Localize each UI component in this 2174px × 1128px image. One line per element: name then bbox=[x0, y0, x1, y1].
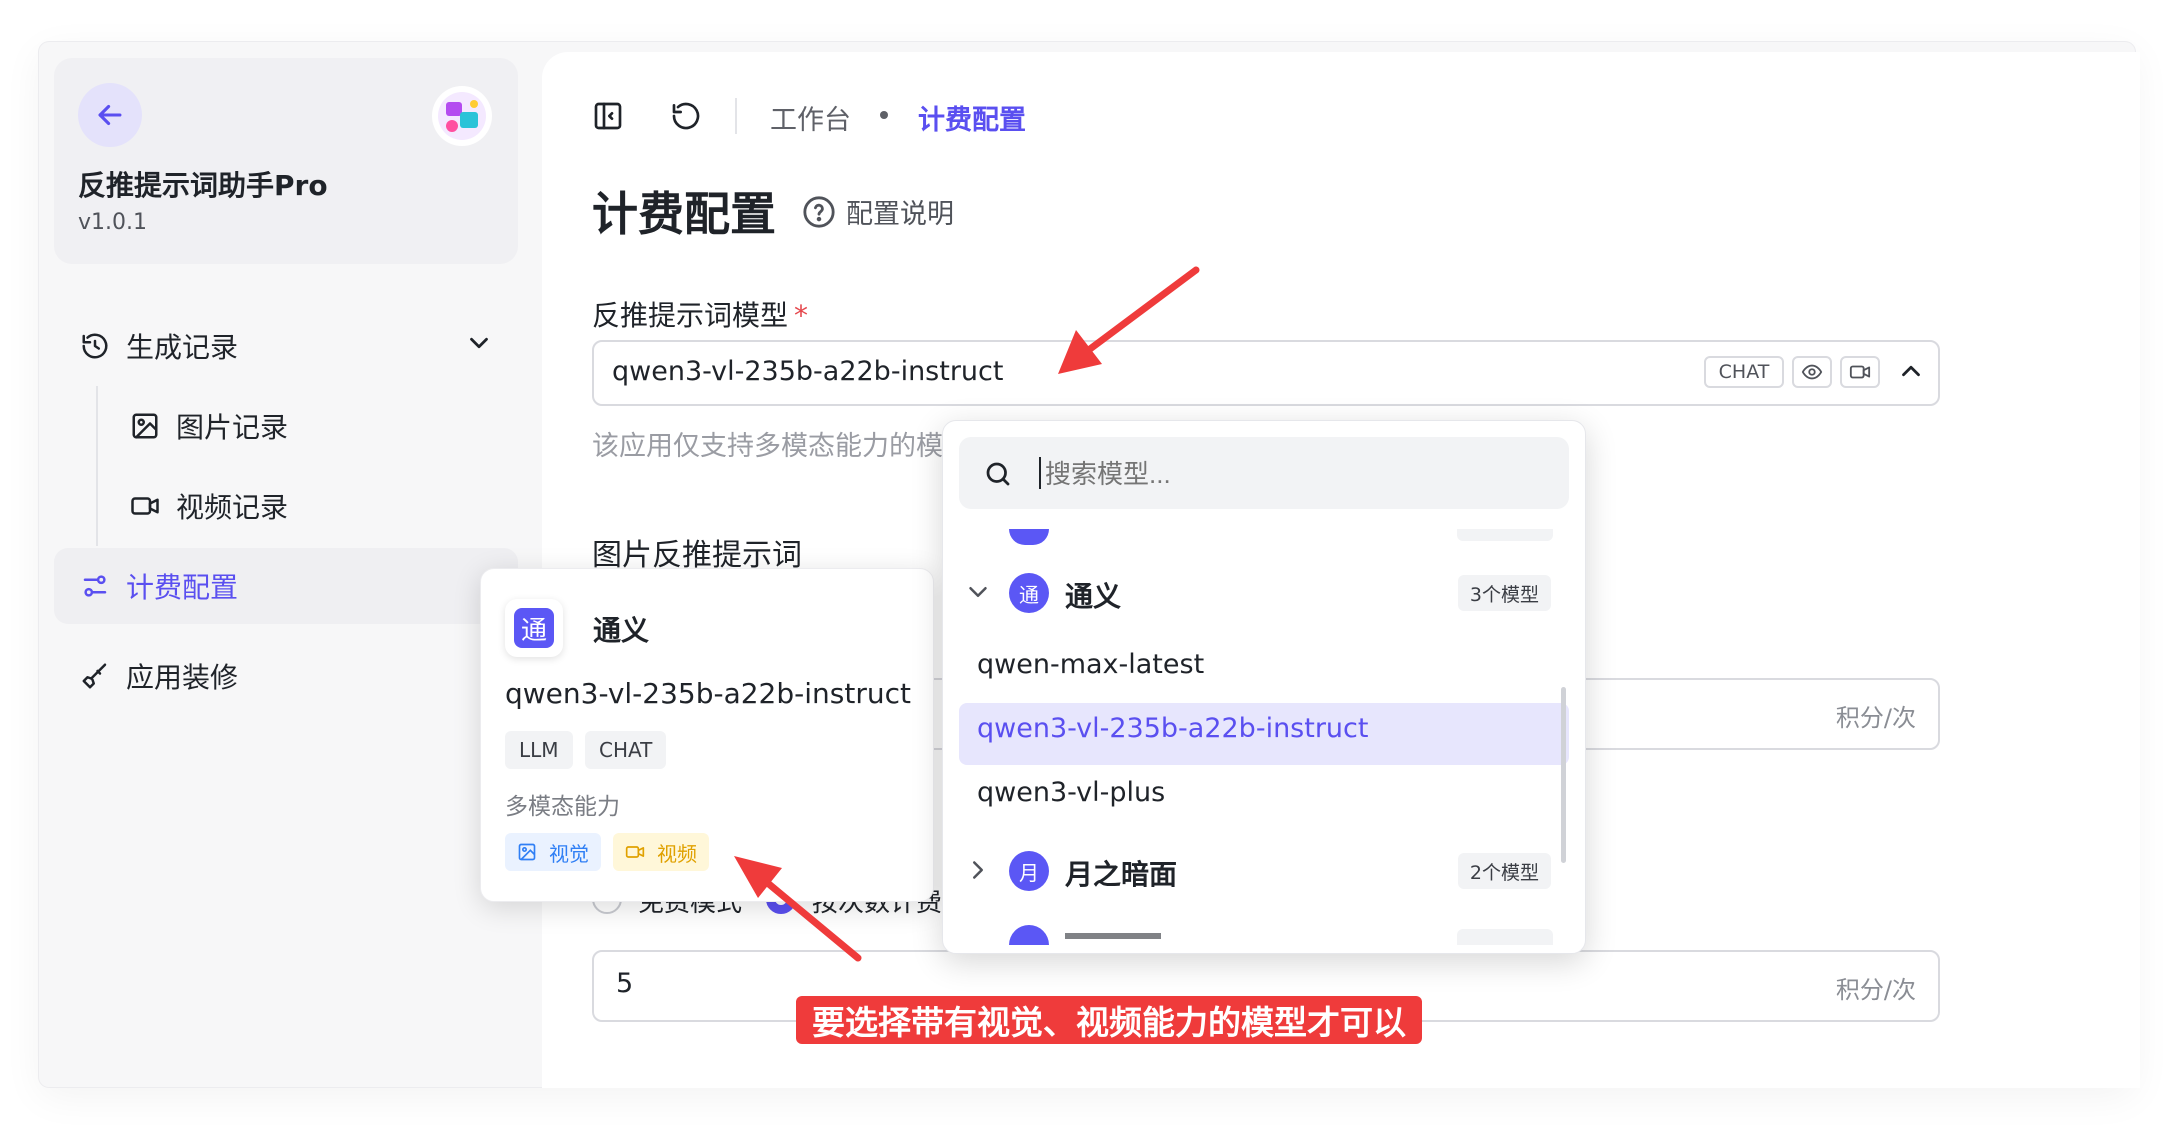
annotation-arrow-bottom bbox=[734, 856, 862, 962]
annotation-banner: 要选择带有视觉、视频能力的模型才可以 bbox=[796, 996, 1422, 1044]
annotation-arrows bbox=[734, 266, 1200, 962]
annotation-arrow-top bbox=[1058, 266, 1200, 374]
